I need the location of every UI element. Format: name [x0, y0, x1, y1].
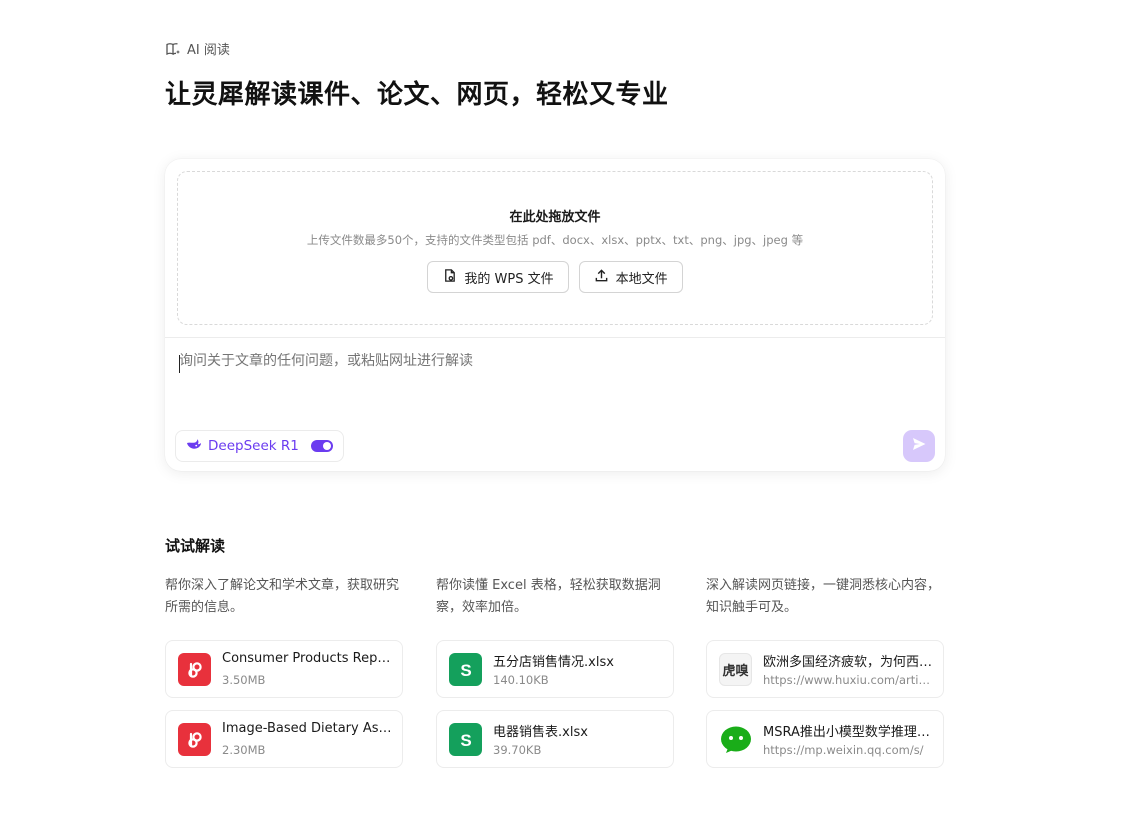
- column-description: 深入解读网页链接，一键洞悉核心内容，知识触手可及。: [706, 578, 941, 615]
- wps-files-button[interactable]: 我的 WPS 文件: [427, 261, 569, 293]
- text-caret: [179, 355, 180, 373]
- send-button[interactable]: [903, 430, 935, 462]
- excel-icon: S: [449, 653, 482, 686]
- file-size: 140.10KB: [493, 673, 549, 687]
- file-name: Consumer Products Report: [222, 651, 394, 666]
- breadcrumb[interactable]: AI 阅读: [165, 39, 230, 58]
- page: AI 阅读 让灵犀解读课件、论文、网页，轻松又专业 在此处拖放文件 上传文件数最…: [0, 0, 1126, 814]
- page-title: 让灵犀解读课件、论文、网页，轻松又专业: [165, 80, 669, 110]
- sample-file-card[interactable]: S 五分店销售情况.xlsx 140.10KB: [436, 640, 674, 698]
- model-label: DeepSeek R1: [208, 438, 299, 454]
- question-input[interactable]: [179, 353, 919, 369]
- upload-icon: [594, 268, 609, 287]
- book-ai-icon: [165, 41, 181, 57]
- wps-files-label: 我的 WPS 文件: [464, 271, 554, 287]
- file-size: 39.70KB: [493, 743, 542, 757]
- drop-zone-subtitle: 上传文件数最多50个，支持的文件类型包括 pdf、docx、xlsx、pptx、…: [306, 233, 804, 247]
- reader-input-card: 在此处拖放文件 上传文件数最多50个，支持的文件类型包括 pdf、docx、xl…: [165, 159, 945, 471]
- file-drop-zone[interactable]: 在此处拖放文件 上传文件数最多50个，支持的文件类型包括 pdf、docx、xl…: [177, 171, 933, 325]
- column-description: 帮你深入了解论文和学术文章，获取研究所需的信息。: [165, 578, 400, 615]
- model-toggle-chip[interactable]: DeepSeek R1: [175, 430, 344, 462]
- file-name: 五分店销售情况.xlsx: [493, 655, 614, 670]
- file-name: Image-Based Dietary Assessment: [222, 721, 394, 736]
- local-files-button[interactable]: 本地文件: [578, 261, 683, 293]
- pdf-icon: [178, 723, 211, 756]
- sample-file-card[interactable]: Image-Based Dietary Assessment 2.30MB: [165, 710, 403, 768]
- try-column-excel: 帮你读懂 Excel 表格，轻松获取数据洞察，效率加倍。 S 五分店销售情况.x…: [436, 575, 674, 768]
- try-column-papers: 帮你深入了解论文和学术文章，获取研究所需的信息。 Consumer Produc…: [165, 575, 403, 768]
- huxiu-logo-text: 虎嗅: [722, 664, 749, 679]
- local-files-label: 本地文件: [615, 271, 668, 287]
- file-size: 2.30MB: [222, 743, 266, 757]
- excel-icon: S: [449, 723, 482, 756]
- link-title: MSRA推出小模型数学推理新方法: [763, 725, 935, 740]
- link-url: https://mp.weixin.qq.com/s/: [763, 743, 924, 757]
- link-title: 欧洲多国经济疲软，为何西班牙一枝独秀: [763, 655, 935, 670]
- wps-doc-icon: [442, 268, 457, 287]
- divider: [165, 337, 945, 338]
- svg-text:S: S: [460, 661, 471, 680]
- huxiu-icon: 虎嗅: [719, 653, 752, 686]
- wechat-icon: [719, 723, 752, 756]
- svg-text:S: S: [460, 731, 471, 750]
- sample-file-card[interactable]: S 电器销售表.xlsx 39.70KB: [436, 710, 674, 768]
- try-column-web: 深入解读网页链接，一键洞悉核心内容，知识触手可及。 虎嗅 欧洲多国经济疲软，为何…: [706, 575, 944, 768]
- try-section-title: 试试解读: [165, 537, 226, 555]
- file-name: 电器销售表.xlsx: [493, 725, 588, 740]
- sample-link-card[interactable]: 虎嗅 欧洲多国经济疲软，为何西班牙一枝独秀 https://www.huxiu.…: [706, 640, 944, 698]
- sample-file-card[interactable]: Consumer Products Report 3.50MB: [165, 640, 403, 698]
- sample-link-card[interactable]: MSRA推出小模型数学推理新方法 https://mp.weixin.qq.co…: [706, 710, 944, 768]
- column-description: 帮你读懂 Excel 表格，轻松获取数据洞察，效率加倍。: [436, 578, 661, 615]
- deepseek-whale-icon: [186, 437, 202, 455]
- drop-zone-title: 在此处拖放文件: [509, 210, 601, 225]
- link-url: https://www.huxiu.com/article/: [763, 673, 935, 687]
- file-size: 3.50MB: [222, 673, 266, 687]
- deep-think-toggle[interactable]: [310, 440, 333, 452]
- breadcrumb-label: AI 阅读: [187, 43, 230, 58]
- send-icon: [911, 436, 927, 456]
- pdf-icon: [178, 653, 211, 686]
